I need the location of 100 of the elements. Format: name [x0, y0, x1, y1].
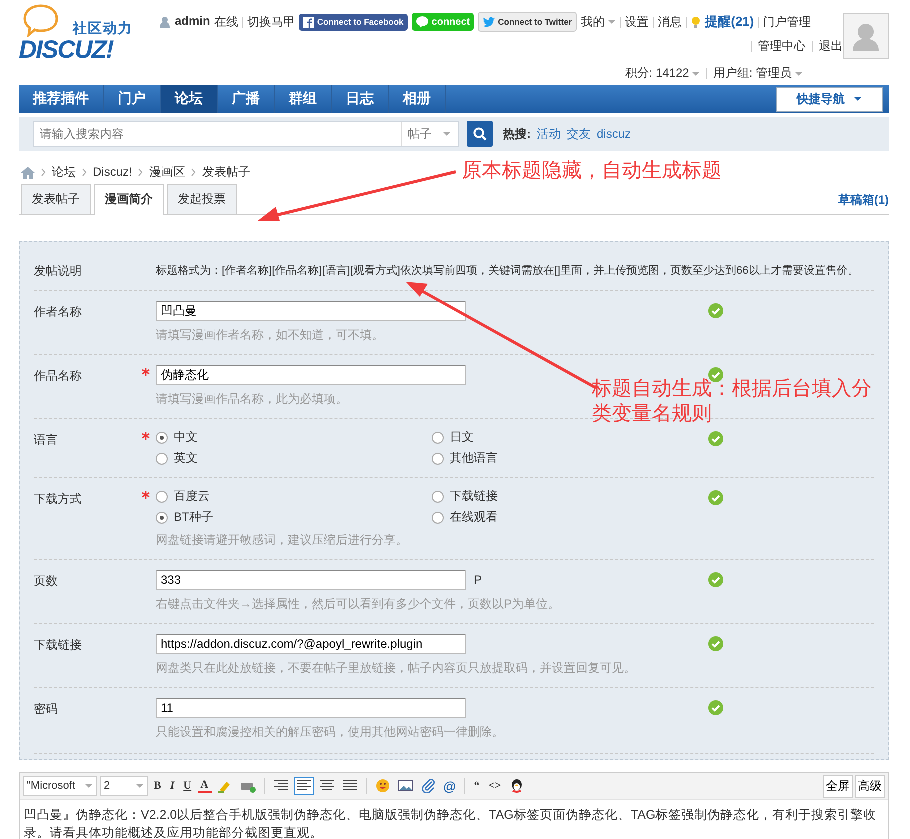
hot-search-label: 热搜:	[503, 126, 531, 142]
align-right-icon	[272, 779, 289, 793]
breadcrumb-link[interactable]: 漫画区	[149, 164, 186, 180]
chevron-icon	[191, 168, 196, 176]
menu-link[interactable]: 提醒(21)	[705, 13, 754, 31]
field-label: 发帖说明	[34, 263, 83, 280]
align-left-button[interactable]	[294, 777, 314, 795]
field-hint: 只能设置和腐漫控相关的解压密码，使用其他网站密码一律删除。	[156, 724, 505, 741]
justify-icon	[342, 779, 358, 793]
user-icon	[159, 16, 171, 28]
chevron-icon	[82, 168, 87, 176]
switch-account-link[interactable]: 切换马甲	[247, 14, 296, 30]
radio-label[interactable]: 百度云	[174, 488, 210, 505]
image-icon	[398, 779, 414, 793]
nav-tab[interactable]: 广播	[218, 85, 275, 113]
nav-tab[interactable]: 推荐插件	[19, 85, 104, 113]
font-dropdown[interactable]: "Microsoft	[23, 776, 97, 796]
mention-button[interactable]: @	[442, 778, 458, 794]
format-button[interactable]: B	[151, 780, 164, 792]
text-input[interactable]: 凹凸曼	[156, 301, 466, 321]
hot-search-link[interactable]: 交友	[567, 126, 591, 142]
chat-bubble-icon	[416, 16, 429, 28]
field-hint: 网盘链接请避开敏感词，建议压缩后进行分享。	[156, 532, 409, 549]
radio-label[interactable]: 下载链接	[450, 488, 498, 505]
editor-mode-button[interactable]: 高级	[855, 774, 885, 798]
radio-label[interactable]: BT种子	[174, 509, 214, 526]
field-hint: 请填写漫画作者名称，如不知道，可不填。	[156, 327, 385, 344]
field-label: 作品名称	[34, 368, 83, 385]
post-type-tab[interactable]: 漫画简介	[94, 184, 164, 215]
radio-label[interactable]: 英文	[174, 450, 198, 467]
align-left-icon	[296, 779, 312, 793]
field-hint: 网盘类只在此处放链接，不要在帖子里放链接，帖子内容页只放提取码，并设置回复可见。	[156, 660, 637, 677]
chevron-icon	[138, 168, 144, 176]
field-label: 页数	[34, 573, 59, 590]
search-icon	[473, 127, 487, 141]
format-button[interactable]: I	[167, 780, 178, 792]
drafts-link[interactable]: 草稿箱(1)	[838, 192, 889, 208]
breadcrumb-link[interactable]: Discuz!	[93, 165, 132, 179]
menu-link[interactable]: 管理中心	[758, 38, 806, 55]
field-label: 作者名称	[34, 304, 83, 321]
radio-button[interactable]	[432, 490, 444, 502]
text-input[interactable]: 伪静态化	[156, 365, 466, 385]
user-group-link[interactable]: 用户组: 管理员	[713, 65, 803, 82]
hot-search-link[interactable]: 活动	[537, 126, 561, 142]
text-input[interactable]: 333	[156, 570, 466, 590]
editor-mode-button[interactable]: 全屏	[823, 774, 853, 798]
format-button[interactable]: A	[198, 780, 212, 792]
menu-link[interactable]: 退出	[819, 38, 843, 55]
post-type-tab[interactable]: 发起投票	[167, 184, 237, 214]
menu-link[interactable]: 消息	[658, 14, 682, 30]
facebook-icon	[303, 16, 314, 28]
field-label: 下载链接	[34, 637, 83, 654]
credits-link[interactable]: 积分: 14122	[625, 65, 700, 82]
paperclip-icon	[420, 779, 437, 793]
code-format-button[interactable]: “	[471, 780, 483, 792]
format-button[interactable]: U	[180, 780, 195, 792]
radio-button[interactable]	[432, 452, 444, 464]
font-size-dropdown[interactable]: 2	[100, 776, 148, 796]
nav-tab[interactable]: 群组	[275, 85, 332, 113]
radio-button[interactable]	[156, 512, 168, 524]
field-label: 下载方式	[34, 491, 83, 508]
radio-label[interactable]: 中文	[174, 429, 198, 446]
field-hint: 右键点击文件夹→选择属性，然后可以看到有多少个文件，页数以P为单位。	[156, 596, 562, 613]
radio-button[interactable]	[432, 432, 444, 444]
radio-label[interactable]: 日文	[450, 429, 474, 446]
nav-tab[interactable]: 论坛	[161, 85, 218, 113]
hot-search-link[interactable]: discuz	[597, 127, 632, 141]
highlighter-icon	[216, 779, 233, 793]
code-format-button[interactable]: <>	[486, 780, 504, 792]
text-input[interactable]: https://addon.discuz.com/?@apoyl_rewrite.plugin	[156, 634, 466, 654]
quick-nav-button[interactable]: 快捷导航	[776, 86, 883, 112]
text-input[interactable]: 11	[156, 698, 466, 718]
field-label: 语言	[34, 432, 59, 449]
editor-content: 凹凸曼』伪静态化：V2.2.0以后整合手机版强制伪静态化、电脑版强制伪静态化、TAG标签页面伪静态化、TAG标签强制伪静态化，有利于搜索引擎收录。请看具体功能概述及应用功能部分截图更直观。	[23, 807, 878, 839]
breadcrumb-link[interactable]: 发表帖子	[202, 164, 250, 180]
radio-button[interactable]	[432, 512, 444, 524]
radio-button[interactable]	[156, 452, 168, 464]
search-button[interactable]	[467, 121, 493, 147]
radio-label[interactable]: 在线观看	[450, 509, 498, 526]
nav-tab[interactable]: 日志	[332, 85, 389, 113]
username-link[interactable]: admin	[175, 14, 210, 30]
breadcrumb-link[interactable]: 论坛	[52, 164, 76, 180]
menu-link[interactable]: 设置	[625, 14, 650, 30]
post-type-tab[interactable]: 发表帖子	[21, 184, 91, 214]
menu-link[interactable]: 我的	[581, 14, 616, 30]
menu-link[interactable]: 门户管理	[763, 14, 812, 30]
home-icon	[21, 166, 35, 178]
search-type-dropdown[interactable]: 帖子	[401, 122, 458, 146]
nav-tab[interactable]: 相册	[389, 85, 446, 113]
posting-instructions: 标题格式为：[作者名称][作品名称][语言][观看方式]依次填写前四项，关键词需放在[]里面，并上传预览图，页数至少达到66以上才需要设置售价。	[156, 264, 860, 279]
connect-button[interactable]: Connect to Facebook	[299, 14, 408, 30]
radio-button[interactable]	[156, 432, 168, 444]
connect-button[interactable]: Connect to Twitter	[478, 12, 578, 32]
logo-wordmark: DISCUZ!	[19, 36, 114, 65]
radio-label[interactable]: 其他语言	[450, 450, 498, 467]
field-label: 密码	[34, 701, 59, 718]
search-field[interactable]: 请输入搜索内容 帖子	[33, 121, 459, 147]
unit-label: P	[474, 573, 482, 587]
radio-button[interactable]	[156, 490, 168, 502]
align-center-icon	[318, 779, 335, 793]
